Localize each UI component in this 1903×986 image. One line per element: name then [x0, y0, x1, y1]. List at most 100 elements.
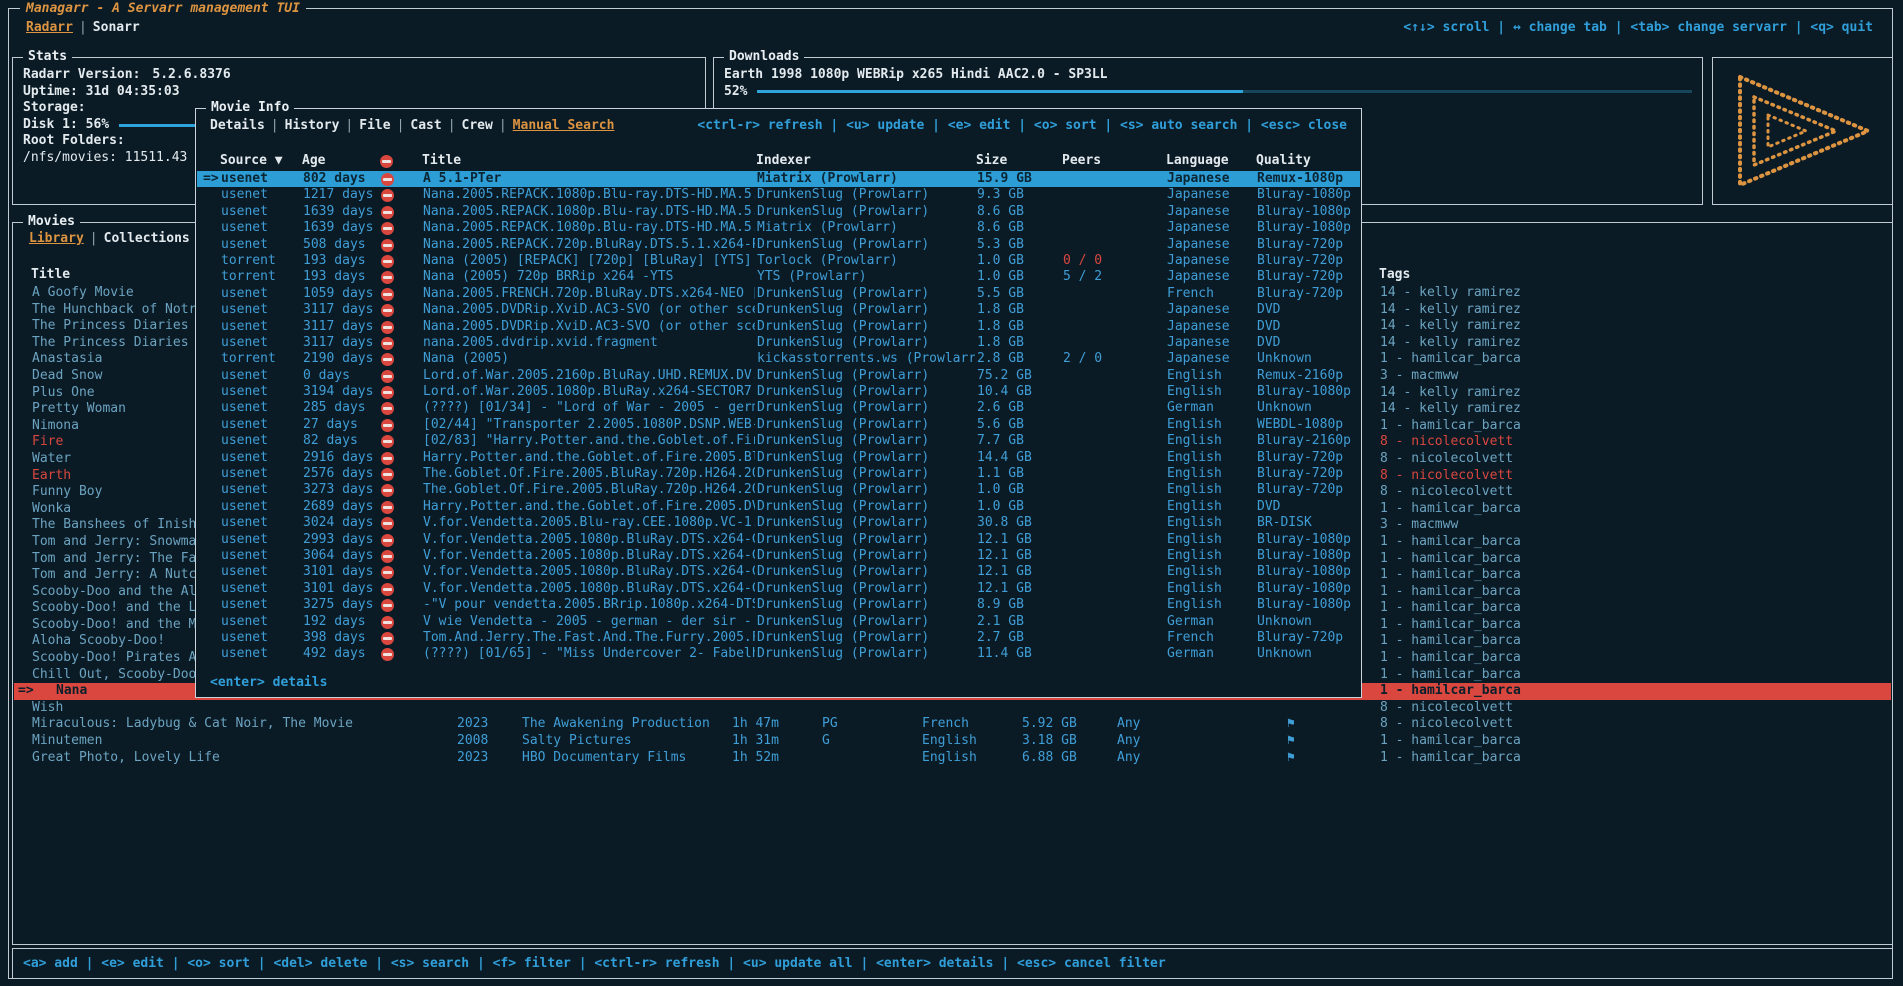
- movie-list-row[interactable]: Great Photo, Lovely Life 2023 HBO Docume…: [14, 750, 1891, 767]
- tab-sonarr[interactable]: Sonarr: [93, 20, 140, 35]
- result-title: A 5.1-PTer: [423, 171, 755, 187]
- movie-tags: 1 - hamilcar_barca: [1380, 750, 1888, 767]
- tab-library[interactable]: Library: [29, 231, 84, 246]
- result-quality: Bluray-1080p: [1257, 187, 1361, 203]
- result-age: 1639 days: [303, 204, 379, 220]
- no-entry-icon: [381, 353, 394, 366]
- search-result-row[interactable]: usenet 285 days (????) [01/34] - "Lord o…: [197, 400, 1360, 416]
- movie-tags: 1 - hamilcar_barca: [1380, 600, 1888, 617]
- tab-details[interactable]: Details: [210, 118, 265, 133]
- result-size: 1.0 GB: [977, 482, 1061, 498]
- result-quality: BR-DISK: [1257, 515, 1361, 531]
- search-col-age[interactable]: Age: [302, 153, 325, 168]
- result-quality: Bluray-1080p: [1257, 384, 1361, 400]
- result-size: 1.8 GB: [977, 319, 1061, 335]
- search-result-row[interactable]: usenet 398 days Tom.And.Jerry.The.Fast.A…: [197, 630, 1360, 646]
- search-result-row[interactable]: torrent 193 days Nana (2005) 720p BRRip …: [197, 269, 1360, 285]
- download-gauge: [757, 90, 1692, 93]
- app-title: Managarr - A Servarr management TUI: [20, 0, 306, 17]
- no-entry-icon: [381, 632, 394, 645]
- search-col-source[interactable]: Source ▼: [220, 153, 283, 168]
- movie-language: English: [922, 733, 1017, 750]
- search-result-row[interactable]: usenet 3273 days The.Goblet.Of.Fire.2005…: [197, 482, 1360, 498]
- result-age: 3194 days: [303, 384, 379, 400]
- tab-history[interactable]: History: [285, 118, 340, 133]
- tab-manual-search[interactable]: Manual Search: [513, 118, 615, 133]
- tab-file[interactable]: File: [359, 118, 390, 133]
- result-source: usenet: [221, 614, 301, 630]
- search-col-size[interactable]: Size: [976, 153, 1007, 168]
- search-result-row[interactable]: usenet 492 days (????) [01/65] - "Miss U…: [197, 646, 1360, 662]
- search-result-row[interactable]: usenet 1217 days Nana.2005.REPACK.1080p.…: [197, 187, 1360, 203]
- result-quality: Bluray-1080p: [1257, 204, 1361, 220]
- search-result-row[interactable]: usenet 508 days Nana.2005.REPACK.720p.Bl…: [197, 237, 1360, 253]
- no-entry-icon: [381, 452, 394, 465]
- search-result-row[interactable]: usenet 1639 days Nana.2005.REPACK.1080p.…: [197, 220, 1360, 236]
- search-result-row[interactable]: usenet 1639 days Nana.2005.REPACK.1080p.…: [197, 204, 1360, 220]
- search-result-row[interactable]: usenet 1059 days Nana.2005.FRENCH.720p.B…: [197, 286, 1360, 302]
- search-result-row[interactable]: usenet 3194 days Lord.of.War.2005.1080p.…: [197, 384, 1360, 400]
- result-source: usenet: [221, 220, 301, 236]
- result-indexer: DrunkenSlug (Prowlarr): [757, 482, 975, 498]
- result-indexer: DrunkenSlug (Prowlarr): [757, 335, 975, 351]
- result-quality: Bluray-720p: [1257, 466, 1361, 482]
- result-indexer: DrunkenSlug (Prowlarr): [757, 646, 975, 662]
- search-result-row[interactable]: usenet 0 days Lord.of.War.2005.2160p.Blu…: [197, 368, 1360, 384]
- result-age: 82 days: [303, 433, 379, 449]
- movie-tags: 3 - macmww: [1380, 517, 1888, 534]
- result-size: 7.7 GB: [977, 433, 1061, 449]
- result-language: English: [1167, 532, 1255, 548]
- result-age: 398 days: [303, 630, 379, 646]
- search-result-row[interactable]: usenet 3101 days V.for.Vendetta.2005.108…: [197, 564, 1360, 580]
- result-quality: Unknown: [1257, 614, 1361, 630]
- search-col-peers[interactable]: Peers: [1062, 153, 1101, 168]
- search-result-row[interactable]: usenet 27 days [02/44] "Transporter 2.20…: [197, 417, 1360, 433]
- search-col-indexer[interactable]: Indexer: [756, 153, 811, 168]
- search-col-language[interactable]: Language: [1166, 153, 1229, 168]
- result-quality: Bluray-720p: [1257, 286, 1361, 302]
- search-result-row[interactable]: usenet 2576 days The.Goblet.Of.Fire.2005…: [197, 466, 1360, 482]
- result-size: 14.4 GB: [977, 450, 1061, 466]
- search-result-row[interactable]: usenet 192 days V wie Vendetta - 2005 - …: [197, 614, 1360, 630]
- result-indexer: Torlock (Prowlarr): [757, 253, 975, 269]
- result-quality: Remux-2160p: [1257, 368, 1361, 384]
- search-result-row[interactable]: => usenet 802 days A 5.1-PTer Miatrix (P…: [197, 171, 1360, 187]
- result-title: Nana.2005.DVDRip.XviD.AC3-SVO (or other …: [423, 302, 755, 318]
- result-age: 193 days: [303, 269, 379, 285]
- result-quality: Bluray-720p: [1257, 450, 1361, 466]
- movie-tags: 1 - hamilcar_barca: [1380, 418, 1888, 435]
- search-col-quality[interactable]: Quality: [1256, 153, 1311, 168]
- result-source: torrent: [221, 351, 301, 367]
- tab-cast[interactable]: Cast: [410, 118, 441, 133]
- search-col-title[interactable]: Title: [422, 153, 461, 168]
- tab-crew[interactable]: Crew: [462, 118, 493, 133]
- result-size: 5.3 GB: [977, 237, 1061, 253]
- result-age: 192 days: [303, 614, 379, 630]
- movie-list-row[interactable]: Minutemen 2008 Salty Pictures 1h 31m G E…: [14, 733, 1891, 750]
- movie-list-row[interactable]: Wish 8 - nicolecolvett: [14, 700, 1891, 717]
- no-entry-icon: [381, 550, 394, 563]
- result-indexer: DrunkenSlug (Prowlarr): [757, 187, 975, 203]
- search-result-row[interactable]: usenet 3117 days nana.2005.dvdrip.xvid.f…: [197, 335, 1360, 351]
- result-peers: 0 / 0: [1063, 253, 1163, 269]
- result-age: 3024 days: [303, 515, 379, 531]
- search-result-row[interactable]: torrent 193 days Nana (2005) [REPACK] [7…: [197, 253, 1360, 269]
- tab-radarr[interactable]: Radarr: [26, 20, 73, 35]
- tab-collections[interactable]: Collections: [104, 231, 190, 246]
- search-result-row[interactable]: torrent 2190 days Nana (2005) kickasstor…: [197, 351, 1360, 367]
- movie-info-footer-hint: <enter> details: [210, 675, 327, 690]
- movie-list-row[interactable]: Miraculous: Ladybug & Cat Noir, The Movi…: [14, 716, 1891, 733]
- search-result-row[interactable]: usenet 3064 days V.for.Vendetta.2005.108…: [197, 548, 1360, 564]
- search-result-row[interactable]: usenet 2993 days V.for.Vendetta.2005.108…: [197, 532, 1360, 548]
- search-result-row[interactable]: usenet 3101 days V.for.Vendetta.2005.108…: [197, 581, 1360, 597]
- storage-label: Storage:: [23, 100, 86, 117]
- search-result-row[interactable]: usenet 2689 days Harry.Potter.and.the.Go…: [197, 499, 1360, 515]
- search-result-row[interactable]: usenet 3117 days Nana.2005.DVDRip.XviD.A…: [197, 319, 1360, 335]
- result-source: usenet: [221, 646, 301, 662]
- result-indexer: DrunkenSlug (Prowlarr): [757, 499, 975, 515]
- search-result-row[interactable]: usenet 82 days [02/83] "Harry.Potter.and…: [197, 433, 1360, 449]
- search-result-row[interactable]: usenet 3117 days Nana.2005.DVDRip.XviD.A…: [197, 302, 1360, 318]
- search-result-row[interactable]: usenet 3275 days -"V pour vendetta.2005.…: [197, 597, 1360, 613]
- search-result-row[interactable]: usenet 3024 days V.for.Vendetta.2005.Blu…: [197, 515, 1360, 531]
- search-result-row[interactable]: usenet 2916 days Harry.Potter.and.the.Go…: [197, 450, 1360, 466]
